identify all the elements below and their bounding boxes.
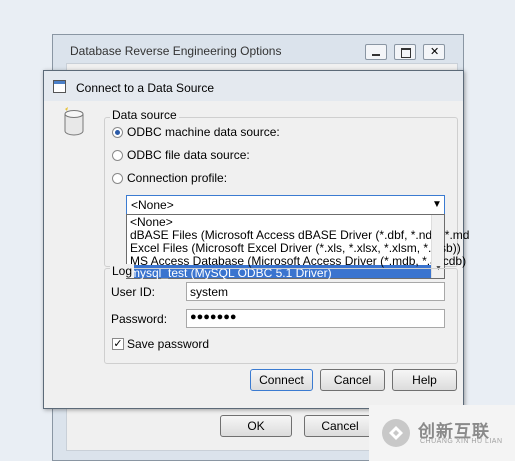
radio-odbc-file[interactable] bbox=[112, 150, 123, 161]
data-source-combo[interactable] bbox=[126, 195, 445, 215]
data-source-combo-value: <None> bbox=[131, 198, 174, 212]
data-source-legend: Data source bbox=[110, 108, 179, 122]
connect-button[interactable]: Connect bbox=[250, 369, 313, 391]
minimize-icon bbox=[372, 54, 380, 56]
window-icon bbox=[53, 80, 66, 93]
user-id-value: system bbox=[190, 285, 229, 299]
dropdown-item[interactable]: <None> bbox=[130, 215, 173, 229]
watermark-logo-icon bbox=[382, 419, 410, 447]
background-window-title: Database Reverse Engineering Options bbox=[70, 44, 282, 58]
dialog-title: Connect to a Data Source bbox=[76, 81, 215, 95]
close-icon: ✕ bbox=[430, 46, 440, 58]
radio-odbc-machine-label: ODBC machine data source: bbox=[127, 125, 280, 139]
chevron-down-icon[interactable]: ▼ bbox=[432, 199, 442, 210]
watermark-subtext: CHUANG XIN HU LIAN bbox=[420, 438, 503, 445]
user-id-label: User ID: bbox=[111, 285, 156, 299]
checkmark-icon: ✓ bbox=[113, 338, 123, 350]
radio-connection-profile[interactable] bbox=[112, 173, 123, 184]
close-window-button[interactable]: ✕ bbox=[423, 44, 445, 60]
database-icon bbox=[64, 107, 84, 136]
dropdown-item[interactable]: dBASE Files (Microsoft Access dBASE Driv… bbox=[130, 228, 469, 242]
background-cancel-button[interactable]: Cancel bbox=[304, 415, 376, 437]
radio-connection-profile-label: Connection profile: bbox=[127, 171, 228, 185]
maximize-icon bbox=[401, 48, 411, 58]
login-legend: Log bbox=[110, 264, 135, 278]
help-button[interactable]: Help bbox=[392, 369, 457, 391]
password-value: ●●●●●●● bbox=[190, 311, 237, 323]
maximize-button[interactable] bbox=[394, 44, 416, 60]
minimize-button[interactable] bbox=[365, 44, 387, 60]
dropdown-item[interactable]: Excel Files (Microsoft Excel Driver (*.x… bbox=[130, 241, 461, 255]
radio-odbc-machine[interactable] bbox=[112, 127, 123, 138]
save-password-checkbox[interactable]: ✓ bbox=[112, 338, 124, 350]
user-id-field[interactable]: system bbox=[186, 282, 445, 301]
ok-button[interactable]: OK bbox=[220, 415, 292, 437]
password-label: Password: bbox=[111, 312, 168, 326]
radio-odbc-file-label: ODBC file data source: bbox=[127, 148, 250, 162]
cancel-button[interactable]: Cancel bbox=[320, 369, 385, 391]
save-password-label: Save password bbox=[127, 337, 210, 351]
password-field[interactable]: ●●●●●●● bbox=[186, 309, 445, 328]
